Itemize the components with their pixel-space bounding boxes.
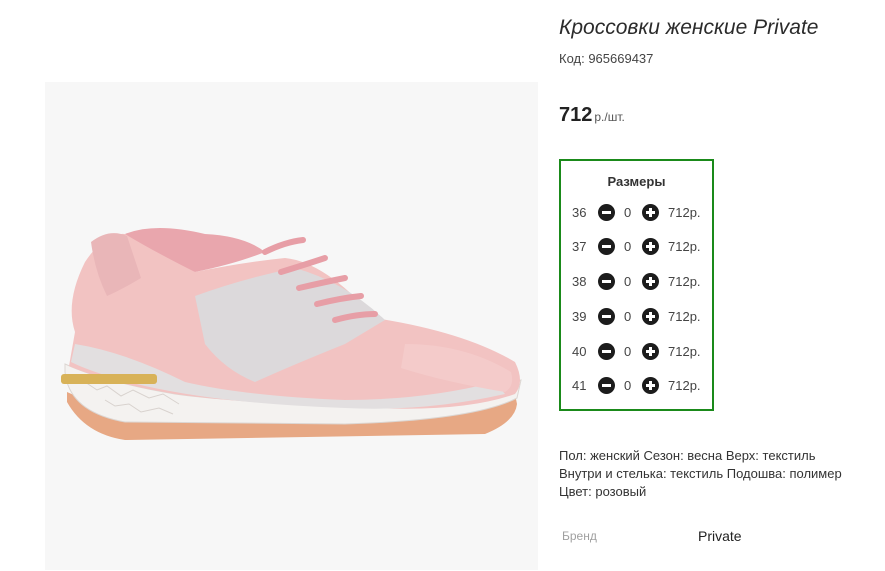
size-price: 712р. xyxy=(668,239,701,254)
size-quantity: 0 xyxy=(624,378,632,393)
size-row-39: 39 0 712р. xyxy=(561,305,712,329)
sizes-title: Размеры xyxy=(607,174,666,189)
price-value: 712 xyxy=(559,104,593,126)
plus-circle-icon[interactable] xyxy=(642,204,659,221)
size-row-38: 38 0 712р. xyxy=(561,270,712,294)
product-code: Код: 965669437 xyxy=(559,51,654,66)
size-quantity: 0 xyxy=(624,239,632,254)
plus-circle-icon[interactable] xyxy=(642,273,659,290)
size-quantity: 0 xyxy=(624,344,632,359)
size-label: 41 xyxy=(572,378,587,393)
size-price: 712р. xyxy=(668,205,701,220)
minus-circle-icon[interactable] xyxy=(598,377,615,394)
plus-circle-icon[interactable] xyxy=(642,377,659,394)
size-row-37: 37 0 712р. xyxy=(561,235,712,259)
size-price: 712р. xyxy=(668,274,701,289)
sneaker-illustration xyxy=(61,228,522,440)
brand-label: Бренд xyxy=(562,529,597,543)
product-photo[interactable] xyxy=(45,82,538,570)
product-price: 712 р./шт. xyxy=(559,104,625,127)
sizes-panel: Размеры 36 0 712р. 37 0 712р. 38 0 712р.… xyxy=(559,159,714,411)
minus-circle-icon[interactable] xyxy=(598,308,615,325)
size-label: 39 xyxy=(572,309,587,324)
size-label: 37 xyxy=(572,239,587,254)
size-quantity: 0 xyxy=(624,205,632,220)
size-label: 38 xyxy=(572,274,587,289)
minus-circle-icon[interactable] xyxy=(598,273,615,290)
brand-link[interactable]: Private xyxy=(698,528,742,544)
product-title: Кроссовки женские Private xyxy=(559,16,819,39)
plus-circle-icon[interactable] xyxy=(642,238,659,255)
size-label: 40 xyxy=(572,344,587,359)
size-row-41: 41 0 712р. xyxy=(561,374,712,398)
description-line: Внутри и стелька: текстиль Подошва: поли… xyxy=(559,466,842,481)
minus-circle-icon[interactable] xyxy=(598,204,615,221)
minus-circle-icon[interactable] xyxy=(598,343,615,360)
size-row-36: 36 0 712р. xyxy=(561,201,712,225)
description-line: Пол: женский Сезон: весна Верх: текстиль xyxy=(559,448,816,463)
plus-circle-icon[interactable] xyxy=(642,343,659,360)
description-line: Цвет: розовый xyxy=(559,484,647,499)
size-label: 36 xyxy=(572,205,587,220)
product-description: Пол: женский Сезон: весна Верх: текстиль… xyxy=(559,447,879,501)
size-price: 712р. xyxy=(668,309,701,324)
minus-circle-icon[interactable] xyxy=(598,238,615,255)
size-row-40: 40 0 712р. xyxy=(561,340,712,364)
size-price: 712р. xyxy=(668,344,701,359)
size-quantity: 0 xyxy=(624,309,632,324)
price-unit: р./шт. xyxy=(594,110,625,124)
size-quantity: 0 xyxy=(624,274,632,289)
plus-circle-icon[interactable] xyxy=(642,308,659,325)
size-price: 712р. xyxy=(668,378,701,393)
